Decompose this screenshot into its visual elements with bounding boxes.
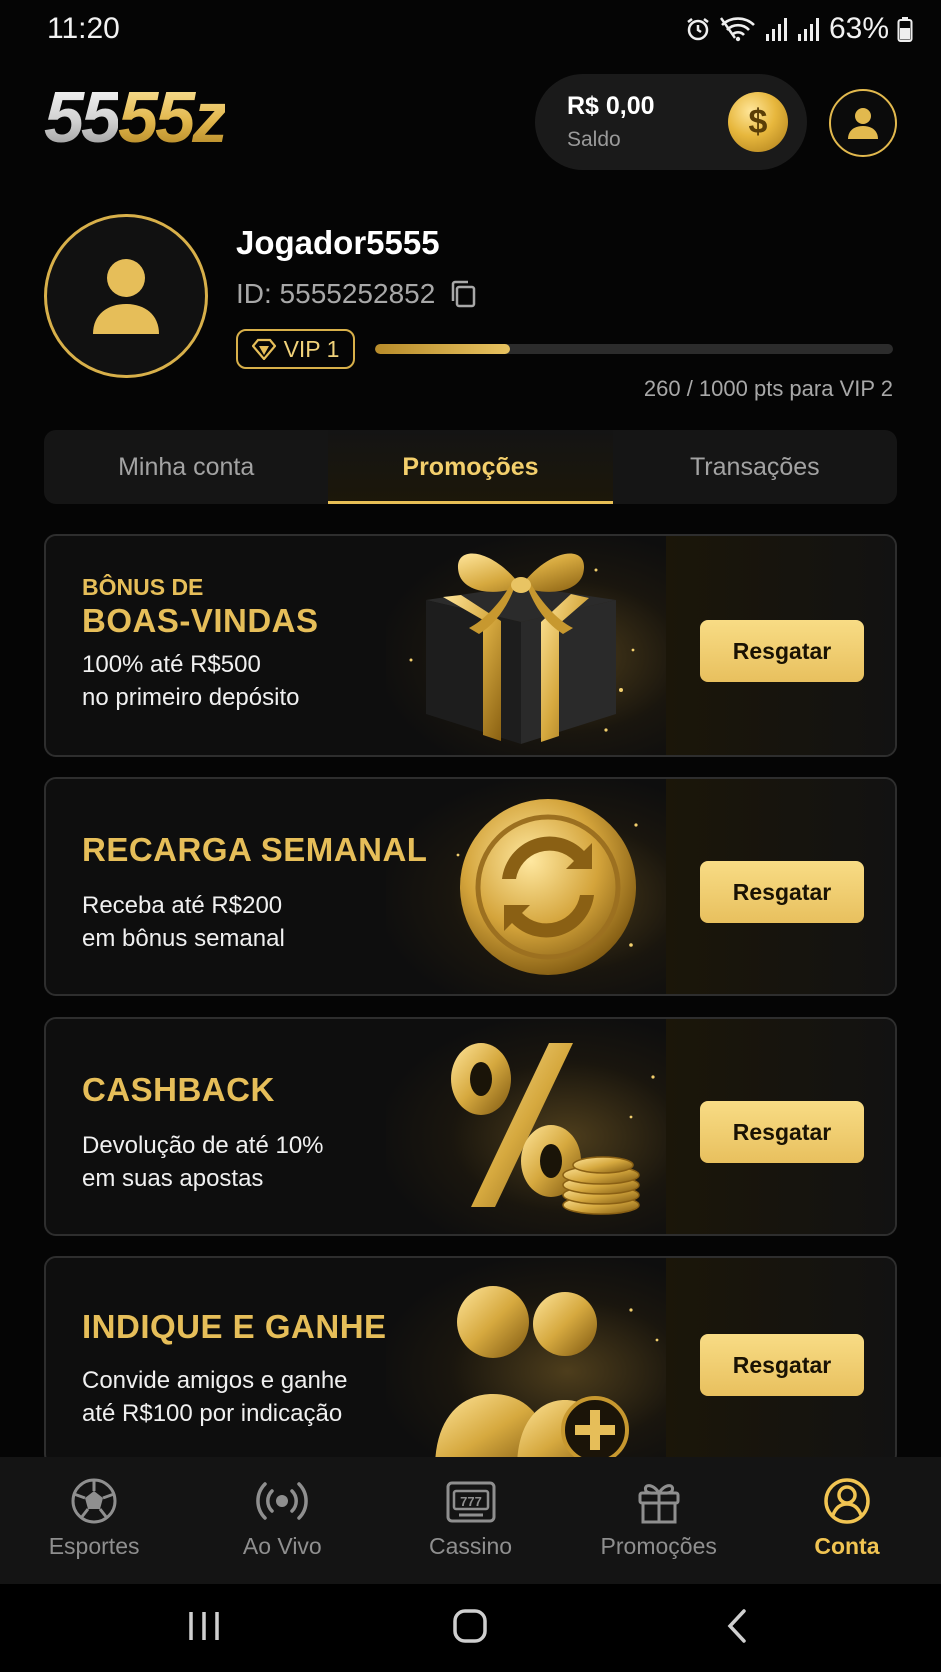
claim-button[interactable]: Resgatar — [700, 620, 864, 682]
recent-apps-icon[interactable] — [186, 1606, 222, 1646]
diamond-icon — [251, 338, 276, 360]
vip-badge[interactable]: VIP 1 — [236, 329, 355, 369]
slot-machine-icon: 777 — [446, 1481, 495, 1523]
vip-progress-fill — [375, 344, 510, 354]
status-time: 11:20 — [47, 12, 120, 45]
copy-icon[interactable] — [449, 279, 477, 309]
promo-title: CASHBACK — [82, 1071, 275, 1108]
user-icon — [93, 259, 159, 334]
balance-pill[interactable]: R$ 0,00 Saldo $ — [535, 74, 807, 170]
promo-card-welcome: BÔNUS DE BOAS-VINDAS 100% até R$500 no p… — [44, 534, 897, 757]
account-tabs: Minha conta Promoções Transações — [44, 430, 897, 504]
soccer-ball-icon — [71, 1478, 117, 1524]
battery-icon — [897, 17, 913, 42]
wifi-icon — [719, 17, 755, 42]
account-icon — [824, 1478, 870, 1524]
nav-ao-vivo[interactable]: Ao Vivo — [188, 1457, 376, 1584]
refresh-coin-icon — [456, 799, 638, 975]
nav-cassino[interactable]: 777 Cassino — [376, 1457, 564, 1584]
user-id: ID: 5555252852 — [236, 278, 477, 310]
refer-friends-icon — [435, 1286, 659, 1464]
home-icon[interactable] — [451, 1606, 491, 1646]
svg-text:777: 777 — [460, 1494, 482, 1509]
user-avatar-button[interactable] — [829, 89, 897, 157]
battery-percent: 63% — [828, 12, 889, 45]
claim-button[interactable]: Resgatar — [700, 1334, 864, 1396]
promo-description: Devolução de até 10% em suas apostas — [82, 1132, 324, 1192]
status-icons: 63% — [685, 12, 913, 46]
user-icon — [848, 108, 878, 139]
username: Jogador5555 — [236, 224, 440, 261]
brand-logo[interactable]: 5555z — [44, 82, 228, 154]
signal-icon — [765, 18, 787, 41]
vip-progress-bar — [375, 344, 893, 354]
balance-label: Saldo — [567, 128, 621, 151]
promo-card-weekly-reload: RECARGA SEMANAL Receba até R$200 em bônu… — [44, 777, 897, 996]
promo-title: RECARGA SEMANAL — [82, 831, 428, 868]
vip-level: VIP 1 — [283, 335, 340, 362]
gift-box-icon — [409, 553, 635, 744]
back-icon[interactable] — [722, 1606, 752, 1646]
bottom-navigation: Esportes Ao Vivo 777 Cassino Promoções C… — [0, 1457, 941, 1584]
nav-conta[interactable]: Conta — [753, 1457, 941, 1584]
system-navigation-bar — [0, 1584, 941, 1672]
coin-icon: $ — [728, 92, 788, 152]
tab-minha-conta[interactable]: Minha conta — [44, 430, 328, 504]
balance-amount: R$ 0,00 — [567, 92, 655, 120]
tab-transacoes[interactable]: Transações — [613, 430, 897, 504]
profile-avatar[interactable] — [44, 214, 208, 378]
promo-card-referral: INDIQUE E GANHE Convide amigos e ganhe a… — [44, 1256, 897, 1466]
signal-icon-2 — [797, 18, 819, 41]
vip-progress-text: 260 / 1000 pts para VIP 2 — [643, 376, 893, 401]
percent-coins-icon — [451, 1043, 655, 1215]
status-bar: 11:20 63% — [0, 0, 941, 60]
promo-description: Receba até R$200 em bônus semanal — [82, 892, 285, 952]
nav-esportes[interactable]: Esportes — [0, 1457, 188, 1584]
claim-button[interactable]: Resgatar — [700, 861, 864, 923]
tab-promocoes[interactable]: Promoções — [328, 430, 613, 504]
claim-button[interactable]: Resgatar — [700, 1101, 864, 1163]
user-id-text: ID: 5555252852 — [236, 278, 436, 309]
promo-description: 100% até R$500 no primeiro depósito — [82, 651, 300, 711]
live-broadcast-icon — [256, 1482, 309, 1520]
promo-title: INDIQUE E GANHE — [82, 1308, 387, 1345]
promo-eyebrow: BÔNUS DE — [82, 574, 204, 600]
alarm-icon — [687, 18, 709, 41]
promo-card-cashback: CASHBACK Devolução de até 10% em suas ap… — [44, 1017, 897, 1236]
nav-promocoes[interactable]: Promoções — [565, 1457, 753, 1584]
gift-icon — [638, 1484, 680, 1524]
promo-description: Convide amigos e ganhe até R$100 por ind… — [82, 1367, 348, 1427]
promo-title: BOAS-VINDAS — [82, 602, 319, 639]
